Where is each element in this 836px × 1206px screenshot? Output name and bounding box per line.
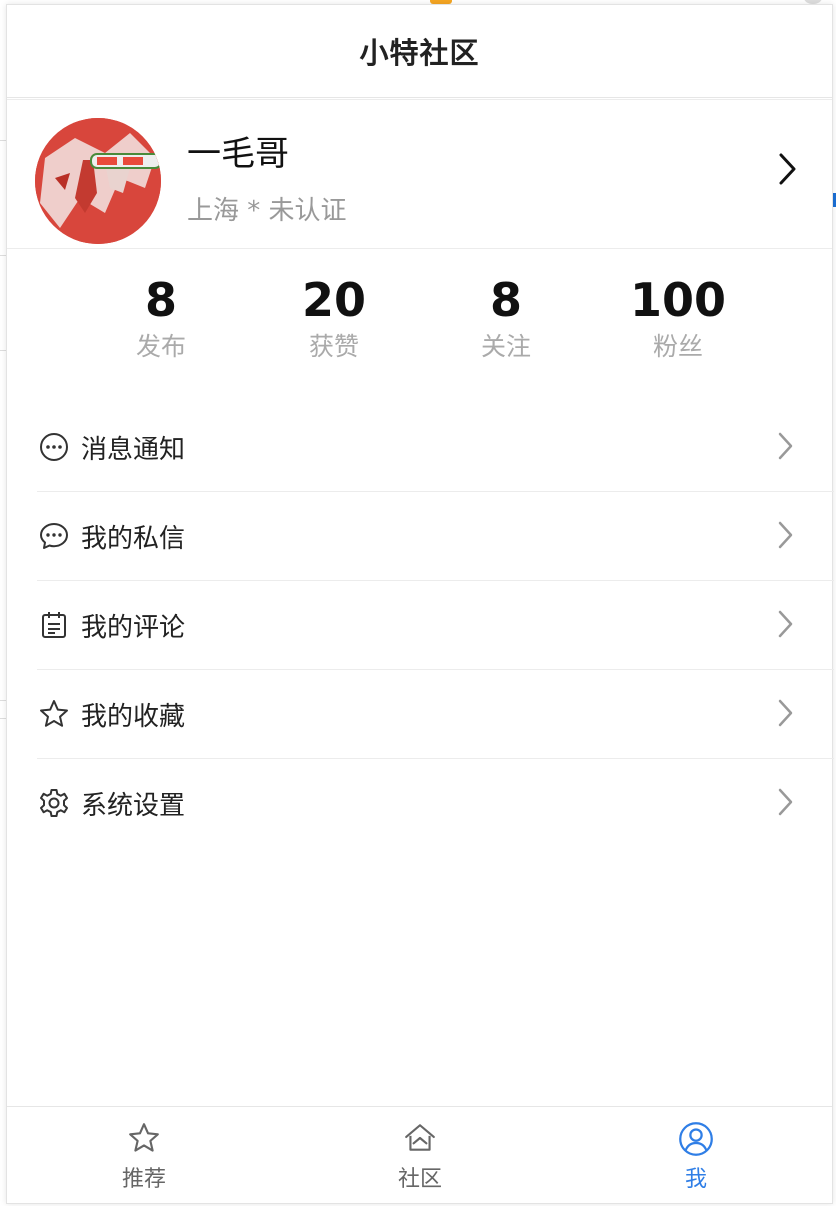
gear-icon [37, 786, 71, 820]
menu-item-label: 我的评论 [81, 612, 186, 643]
stat-label: 获赞 [308, 332, 359, 361]
tab-community[interactable]: 社区 [350, 1107, 490, 1203]
page-title: 小特社区 [359, 36, 480, 70]
menu-item-my-comments[interactable]: 我的评论 [37, 581, 834, 670]
profile-name: 一毛哥 [187, 134, 289, 174]
stat-value: 100 [629, 273, 727, 327]
menu-item-label: 我的私信 [81, 523, 186, 554]
chevron-right-icon[interactable] [778, 152, 798, 190]
tab-label: 推荐 [121, 1167, 166, 1192]
menu-item-favorites[interactable]: 我的收藏 [37, 670, 834, 759]
stat-label: 粉丝 [652, 332, 703, 361]
comment-note-icon [37, 608, 71, 642]
tab-recommend[interactable]: 推荐 [74, 1107, 214, 1203]
stat-likes[interactable]: 20 获赞 [259, 275, 409, 363]
stat-value: 20 [301, 273, 366, 327]
stat-label: 关注 [480, 332, 531, 361]
stat-followers[interactable]: 100 粉丝 [603, 275, 753, 363]
menu-item-label: 系统设置 [81, 790, 186, 821]
menu-item-notifications[interactable]: 消息通知 [37, 403, 834, 492]
home-icon [350, 1121, 490, 1157]
stat-value: 8 [489, 273, 522, 327]
tab-label: 社区 [397, 1167, 442, 1192]
menu-item-label: 我的收藏 [81, 701, 186, 732]
profile-location-status: 上海 * 未认证 [187, 196, 347, 226]
profile-card[interactable]: 一毛哥 上海 * 未认证 [7, 99, 832, 249]
chat-bubble-icon [37, 519, 71, 553]
stat-following[interactable]: 8 关注 [431, 275, 581, 363]
stat-value: 8 [144, 273, 177, 327]
chevron-right-icon [778, 610, 794, 642]
menu-item-settings[interactable]: 系统设置 [37, 759, 834, 847]
chevron-right-icon [778, 699, 794, 731]
star-icon [74, 1121, 214, 1157]
chevron-right-icon [778, 521, 794, 553]
avatar-image [35, 118, 161, 244]
stat-label: 发布 [135, 332, 186, 361]
star-icon [37, 697, 71, 731]
menu-item-label: 消息通知 [81, 434, 186, 465]
menu-item-private-messages[interactable]: 我的私信 [37, 492, 834, 581]
user-circle-icon [626, 1121, 766, 1157]
menu-list: 消息通知 我的私信 我的评论 我的收藏 系统设置 [37, 403, 834, 847]
tab-label: 我 [684, 1167, 707, 1192]
tab-me[interactable]: 我 [626, 1107, 766, 1203]
stats-row: 8 发布 20 获赞 8 关注 100 粉丝 [7, 275, 832, 375]
app-window: 小特社区 一毛哥 上海 * 未认证 8 发布 20 获赞 8 关注 100 粉丝… [6, 4, 834, 1204]
chevron-right-icon [778, 788, 794, 820]
bottom-tab-bar: 推荐 社区 我 [7, 1106, 832, 1203]
message-dots-icon [37, 430, 71, 464]
avatar[interactable] [35, 118, 161, 244]
stat-posts[interactable]: 8 发布 [86, 275, 236, 363]
navigation-bar: 小特社区 [7, 5, 832, 98]
chevron-right-icon [778, 432, 794, 464]
